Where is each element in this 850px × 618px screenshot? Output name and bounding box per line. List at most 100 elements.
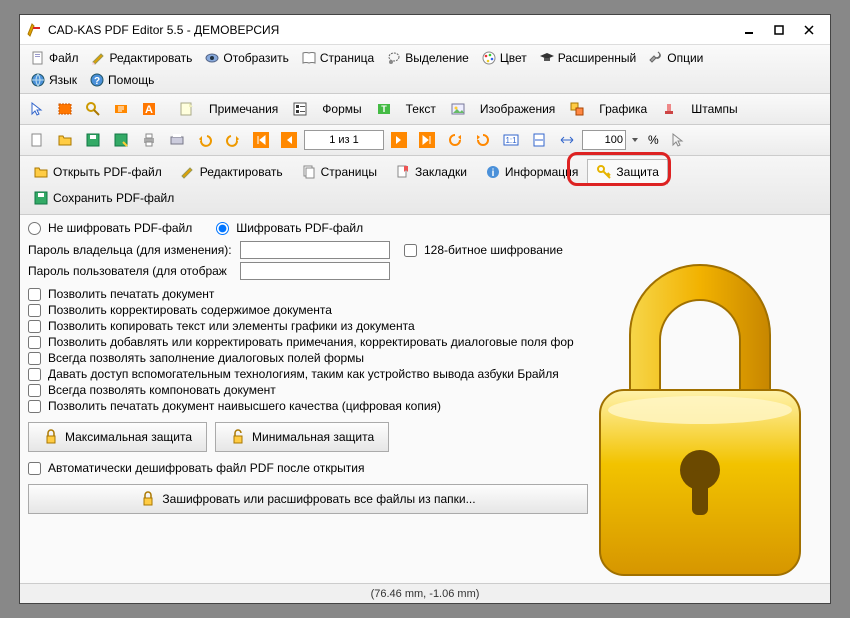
rotate-ccw[interactable] bbox=[442, 127, 468, 153]
menu-lang[interactable]: Язык bbox=[24, 69, 83, 91]
new-file[interactable] bbox=[24, 127, 50, 153]
save-icon bbox=[85, 132, 101, 148]
perm-acc[interactable]: Давать доступ вспомогательным технология… bbox=[28, 367, 559, 381]
tool-pointer-2[interactable] bbox=[665, 127, 691, 153]
perm-hq-print[interactable]: Позволить печатать документ наивысшего к… bbox=[28, 399, 441, 413]
radio-encrypt[interactable]: Шифровать PDF-файл bbox=[216, 221, 363, 235]
perm-assemble[interactable]: Всегда позволять компоновать документ bbox=[28, 383, 276, 397]
radio-no-encrypt[interactable]: Не шифровать PDF-файл bbox=[28, 221, 192, 235]
menu-options[interactable]: Опции bbox=[642, 47, 709, 69]
menu-edit-label: Редактировать bbox=[110, 51, 193, 65]
tool-note[interactable] bbox=[174, 96, 200, 122]
tab-open-label: Открыть PDF-файл bbox=[53, 165, 162, 179]
perm-form[interactable]: Всегда позволять заполнение диалоговых п… bbox=[28, 351, 364, 365]
close-button[interactable] bbox=[794, 20, 824, 40]
zoom-dropdown[interactable] bbox=[628, 127, 642, 153]
tab-bookmarks-label: Закладки bbox=[415, 165, 467, 179]
cursor-icon bbox=[29, 101, 45, 117]
btn-max-protect[interactable]: Максимальная защита bbox=[28, 422, 207, 452]
user-pw-input[interactable] bbox=[240, 262, 390, 280]
pencil-icon bbox=[91, 50, 107, 66]
menu-select[interactable]: Выделение bbox=[380, 47, 475, 69]
perm-edit[interactable]: Позволить корректировать содержимое доку… bbox=[28, 303, 332, 317]
btn-min-protect[interactable]: Минимальная защита bbox=[215, 422, 389, 452]
print[interactable] bbox=[136, 127, 162, 153]
tool-pointer[interactable] bbox=[24, 96, 50, 122]
tool-text-select[interactable] bbox=[108, 96, 134, 122]
tab-open[interactable]: Открыть PDF-файл bbox=[24, 159, 171, 185]
redo[interactable] bbox=[220, 127, 246, 153]
btn-max-label: Максимальная защита bbox=[65, 430, 192, 444]
scan[interactable] bbox=[164, 127, 190, 153]
perm-copy-label: Позволить копировать текст или элементы … bbox=[48, 319, 415, 333]
menu-advanced[interactable]: Расширенный bbox=[533, 47, 643, 69]
tool-gfx-ic[interactable] bbox=[564, 96, 590, 122]
cat-text[interactable]: Текст bbox=[399, 96, 443, 122]
globe-icon bbox=[30, 72, 46, 88]
chk-auto-decrypt[interactable]: Автоматически дешифровать файл PDF после… bbox=[28, 461, 364, 475]
zoom-fit[interactable] bbox=[526, 127, 552, 153]
chk-128bit[interactable]: 128-битное шифрование bbox=[404, 243, 563, 257]
btn-batch-encrypt[interactable]: Зашифровать или расшифровать все файлы и… bbox=[28, 484, 588, 514]
tab-bookmarks[interactable]: Закладки bbox=[386, 159, 476, 185]
scan-icon bbox=[169, 132, 185, 148]
maximize-button[interactable] bbox=[764, 20, 794, 40]
cat-graphics[interactable]: Графика bbox=[592, 96, 654, 122]
tab-security[interactable]: Защита bbox=[587, 159, 668, 185]
tool-zoom[interactable] bbox=[80, 96, 106, 122]
perm-print[interactable]: Позволить печатать документ bbox=[28, 287, 214, 301]
form-icon bbox=[292, 101, 308, 117]
open-file[interactable] bbox=[52, 127, 78, 153]
zoom-11-icon: 1:1 bbox=[503, 132, 519, 148]
tool-select-area[interactable] bbox=[52, 96, 78, 122]
minimize-button[interactable] bbox=[734, 20, 764, 40]
tool-stamp-ic[interactable] bbox=[656, 96, 682, 122]
tab-info[interactable]: i Информация bbox=[476, 159, 587, 185]
user-pw-label: Пароль пользователя (для отображ bbox=[28, 264, 238, 278]
save-file[interactable] bbox=[80, 127, 106, 153]
first-page[interactable] bbox=[248, 127, 274, 153]
cat-annotations[interactable]: Примечания bbox=[202, 96, 285, 122]
menu-color[interactable]: Цвет bbox=[475, 47, 533, 69]
tool-a-select[interactable]: A bbox=[136, 96, 162, 122]
perm-copy[interactable]: Позволить копировать текст или элементы … bbox=[28, 319, 415, 333]
perm-annot[interactable]: Позволить добавлять или корректировать п… bbox=[28, 335, 574, 349]
tool-img-ic[interactable] bbox=[445, 96, 471, 122]
zoom-field[interactable] bbox=[582, 130, 626, 150]
zoom-11[interactable]: 1:1 bbox=[498, 127, 524, 153]
toolbar-nav: 1:1 % bbox=[20, 125, 830, 156]
save-as[interactable] bbox=[108, 127, 134, 153]
tool-forms-ic[interactable] bbox=[287, 96, 313, 122]
menu-edit[interactable]: Редактировать bbox=[85, 47, 199, 69]
next-page[interactable] bbox=[386, 127, 412, 153]
btn-batch-label: Зашифровать или расшифровать все файлы и… bbox=[162, 492, 475, 506]
tab-edit[interactable]: Редактировать bbox=[171, 159, 292, 185]
cat-images[interactable]: Изображения bbox=[473, 96, 562, 122]
menu-advanced-label: Расширенный bbox=[558, 51, 637, 65]
tab-security-label: Защита bbox=[616, 165, 659, 179]
text-cursor-icon bbox=[113, 101, 129, 117]
undo[interactable] bbox=[192, 127, 218, 153]
tool-text-ic[interactable]: T bbox=[371, 96, 397, 122]
last-page[interactable] bbox=[414, 127, 440, 153]
menu-help[interactable]: ? Помощь bbox=[83, 69, 160, 91]
cat-forms[interactable]: Формы bbox=[315, 96, 368, 122]
tab-pages[interactable]: Страницы bbox=[292, 159, 386, 185]
key-icon bbox=[596, 164, 612, 180]
wrench-icon bbox=[648, 50, 664, 66]
zoom-width[interactable] bbox=[554, 127, 580, 153]
titlebar: CAD-KAS PDF Editor 5.5 - ДЕМОВЕРСИЯ bbox=[20, 15, 830, 45]
menu-file[interactable]: Файл bbox=[24, 47, 85, 69]
maximize-icon bbox=[774, 25, 784, 35]
page-number-field[interactable] bbox=[304, 130, 384, 150]
cursor-icon-2 bbox=[670, 132, 686, 148]
prev-page[interactable] bbox=[276, 127, 302, 153]
rotate-cw[interactable] bbox=[470, 127, 496, 153]
tab-save[interactable]: Сохранить PDF-файл bbox=[24, 185, 183, 211]
redo-icon bbox=[225, 132, 241, 148]
menu-color-label: Цвет bbox=[500, 51, 527, 65]
menu-page[interactable]: Страница bbox=[295, 47, 380, 69]
menu-view[interactable]: Отобразить bbox=[198, 47, 294, 69]
cat-stamps[interactable]: Штампы bbox=[684, 96, 744, 122]
owner-pw-input[interactable] bbox=[240, 241, 390, 259]
